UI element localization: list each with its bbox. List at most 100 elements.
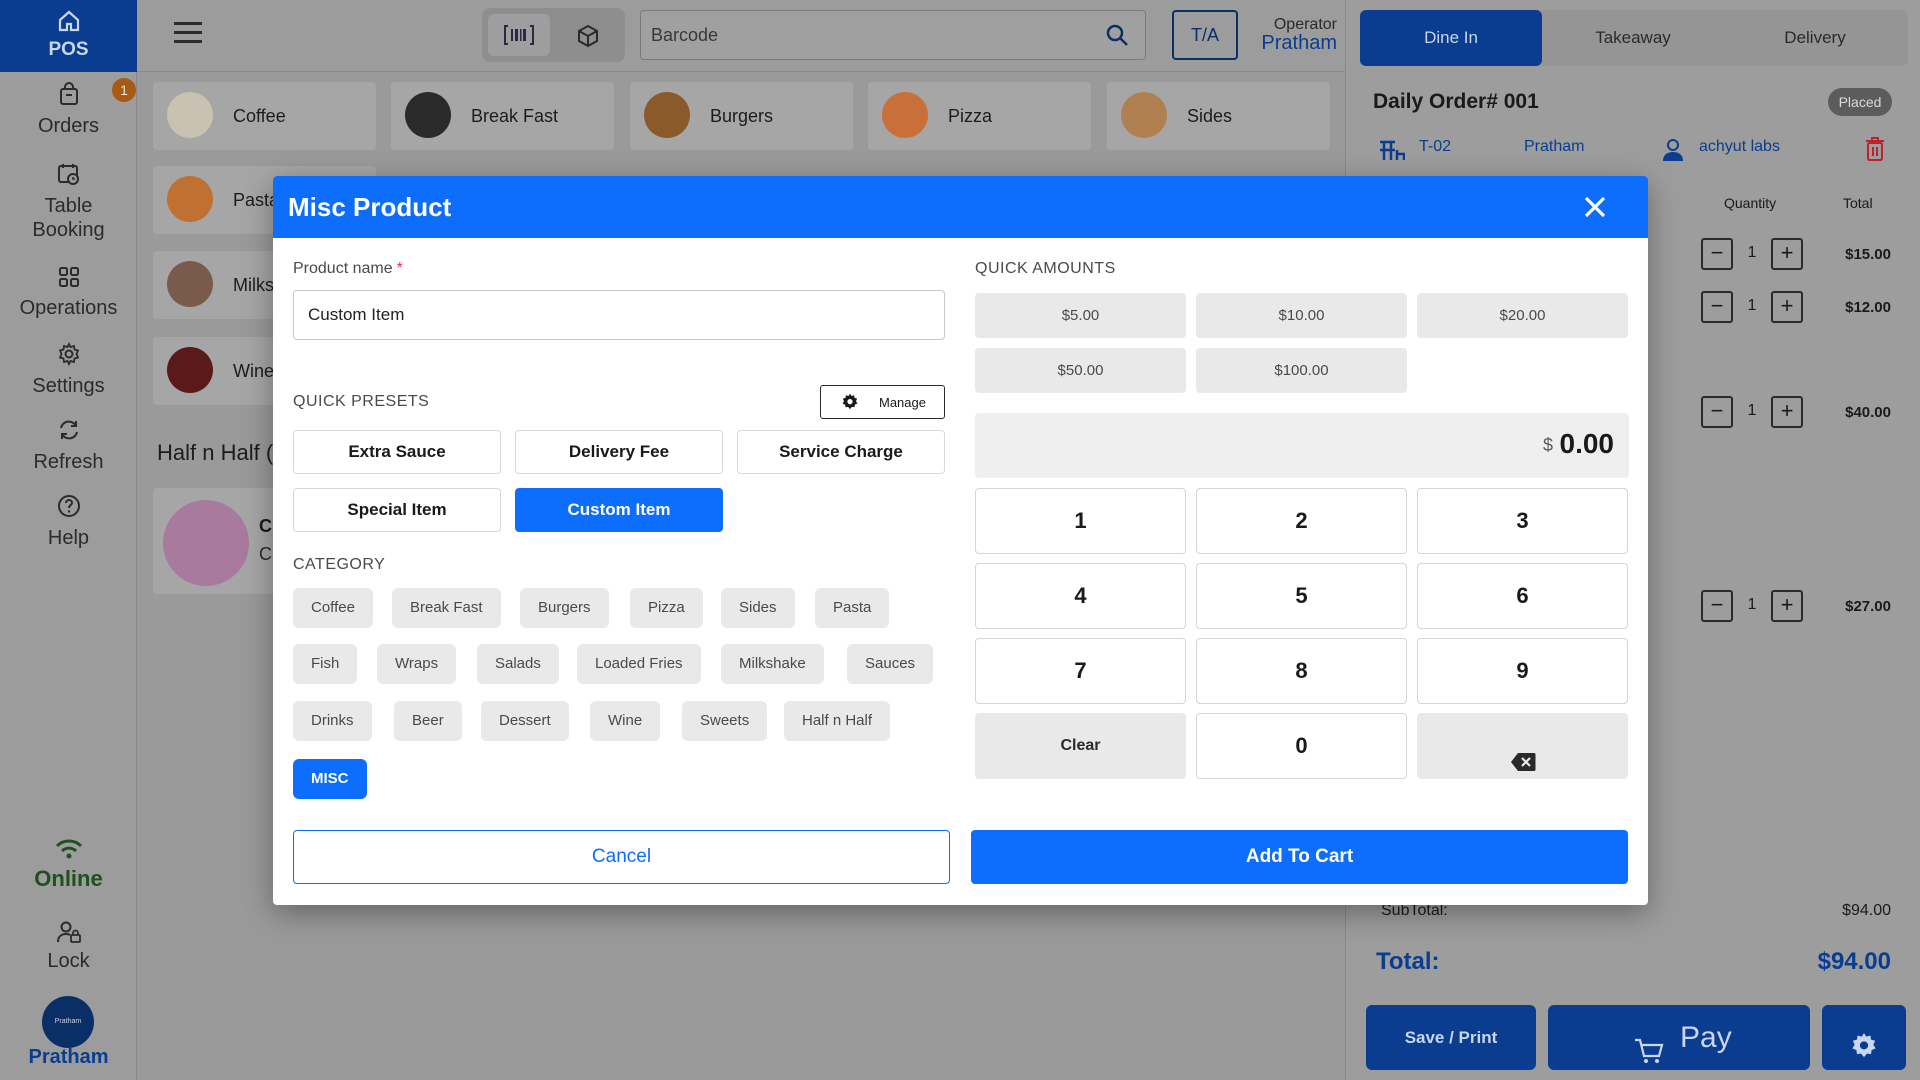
sidebar-item-label: Orders — [37, 115, 100, 137]
quick-amount-20[interactable]: $20.00 — [1417, 293, 1628, 338]
manage-presets-button[interactable]: Manage — [820, 385, 945, 419]
hamburger-menu-button[interactable] — [174, 22, 202, 48]
keypad-key-6[interactable]: 6 — [1417, 563, 1628, 629]
quick-amount-5[interactable]: $5.00 — [975, 293, 1186, 338]
keypad-key-8[interactable]: 8 — [1196, 638, 1407, 704]
category-chip-misc[interactable]: MISC — [293, 759, 367, 799]
sidebar-item-pos[interactable]: POS — [0, 0, 137, 72]
decrease-quantity-button[interactable]: − — [1701, 396, 1733, 428]
order-line: − 1 + $12.00 — [1701, 291, 1911, 325]
decrease-quantity-button[interactable]: − — [1701, 590, 1733, 622]
increase-quantity-button[interactable]: + — [1771, 291, 1803, 323]
keypad-key-2[interactable]: 2 — [1196, 488, 1407, 554]
category-chip-burgers[interactable]: Burgers — [520, 588, 609, 628]
sidebar-item-settings[interactable]: Settings — [0, 341, 137, 398]
barcode-scan-button[interactable] — [488, 14, 550, 56]
takeaway-toggle-button[interactable]: T/A — [1172, 10, 1238, 60]
connection-status-label: Online — [34, 866, 103, 891]
gear-icon — [0, 341, 137, 372]
category-chip-sweets[interactable]: Sweets — [682, 701, 768, 741]
keypad-key-0[interactable]: 0 — [1196, 713, 1407, 779]
category-tile-pizza[interactable]: Pizza — [868, 82, 1091, 150]
operator-info: Operator Pratham — [1257, 16, 1337, 53]
connection-status: Online — [0, 838, 137, 892]
sidebar-item-help[interactable]: Help — [0, 494, 137, 550]
category-chip-pizza[interactable]: Pizza — [630, 588, 703, 628]
quick-amount-10[interactable]: $10.00 — [1196, 293, 1407, 338]
product-scan-button[interactable] — [557, 14, 619, 56]
category-chip-beer[interactable]: Beer — [394, 701, 462, 741]
category-chip-sauces[interactable]: Sauces — [847, 644, 934, 684]
keypad-key-1[interactable]: 1 — [975, 488, 1186, 554]
decrease-quantity-button[interactable]: − — [1701, 291, 1733, 323]
keypad-key-9[interactable]: 9 — [1417, 638, 1628, 704]
increase-quantity-button[interactable]: + — [1771, 590, 1803, 622]
delete-order-icon[interactable] — [1864, 136, 1886, 167]
preset-delivery-fee[interactable]: Delivery Fee — [515, 430, 723, 474]
box-icon — [578, 24, 598, 48]
line-quantity: 1 — [1747, 402, 1757, 419]
add-to-cart-button[interactable]: Add To Cart — [971, 830, 1628, 884]
amount-value: 0.00 — [1559, 428, 1615, 459]
category-chip-salads[interactable]: Salads — [477, 644, 559, 684]
category-tile-burgers[interactable]: Burgers — [630, 82, 853, 150]
category-tile-coffee[interactable]: Coffee — [153, 82, 376, 150]
lock-label: Lock — [47, 950, 90, 972]
line-quantity: 1 — [1747, 596, 1757, 613]
sidebar-item-table-booking[interactable]: Table Booking — [0, 162, 137, 242]
avatar[interactable]: Pratham — [42, 996, 94, 1048]
keypad-clear-button[interactable]: Clear — [975, 713, 1186, 779]
increase-quantity-button[interactable]: + — [1771, 396, 1803, 428]
product-name-input[interactable] — [293, 290, 945, 340]
category-chip-wine[interactable]: Wine — [590, 701, 661, 741]
required-mark: * — [396, 260, 403, 277]
category-chip-pasta[interactable]: Pasta — [815, 588, 890, 628]
column-header-quantity: Quantity — [1724, 195, 1777, 211]
keypad-backspace-button[interactable] — [1417, 713, 1628, 779]
category-chip-dessert[interactable]: Dessert — [481, 701, 569, 741]
category-chip-half-n-half[interactable]: Half n Half — [784, 701, 891, 741]
lock-button[interactable]: Lock — [0, 920, 137, 973]
preset-extra-sauce[interactable]: Extra Sauce — [293, 430, 501, 474]
quick-amount-50[interactable]: $50.00 — [975, 348, 1186, 393]
sidebar-item-refresh[interactable]: Refresh — [0, 418, 137, 474]
keypad-key-7[interactable]: 7 — [975, 638, 1186, 704]
keypad-key-3[interactable]: 3 — [1417, 488, 1628, 554]
quick-amount-100[interactable]: $100.00 — [1196, 348, 1407, 393]
wifi-icon — [0, 838, 137, 866]
tab-dine-in[interactable]: Dine In — [1360, 10, 1542, 66]
search-icon[interactable] — [1105, 23, 1129, 52]
increase-quantity-button[interactable]: + — [1771, 238, 1803, 270]
tab-delivery[interactable]: Delivery — [1724, 10, 1906, 66]
category-tile-breakfast[interactable]: Break Fast — [391, 82, 614, 150]
pay-button[interactable]: Pay — [1548, 1005, 1810, 1070]
category-chip-breakfast[interactable]: Break Fast — [392, 588, 501, 628]
category-chip-coffee[interactable]: Coffee — [293, 588, 373, 628]
pasta-image — [167, 176, 213, 222]
cancel-button[interactable]: Cancel — [293, 830, 950, 884]
keypad-key-5[interactable]: 5 — [1196, 563, 1407, 629]
grid-icon — [0, 266, 137, 294]
backspace-icon — [1510, 736, 1536, 800]
order-settings-button[interactable] — [1822, 1005, 1906, 1070]
preset-custom-item[interactable]: Custom Item — [515, 488, 723, 532]
category-chip-drinks[interactable]: Drinks — [293, 701, 372, 741]
milkshake-image — [167, 261, 213, 307]
category-chip-loaded-fries[interactable]: Loaded Fries — [577, 644, 701, 684]
close-icon[interactable] — [1580, 192, 1610, 222]
category-tile-sides[interactable]: Sides — [1107, 82, 1330, 150]
cart-icon — [1634, 1023, 1664, 1080]
category-chip-milkshake[interactable]: Milkshake — [721, 644, 824, 684]
barcode-input[interactable] — [651, 21, 1091, 49]
category-chip-sides[interactable]: Sides — [721, 588, 795, 628]
decrease-quantity-button[interactable]: − — [1701, 238, 1733, 270]
keypad-key-4[interactable]: 4 — [975, 563, 1186, 629]
category-chip-wraps[interactable]: Wraps — [377, 644, 457, 684]
tab-takeaway[interactable]: Takeaway — [1542, 10, 1724, 66]
category-tile-label: Wine — [233, 361, 275, 381]
preset-service-charge[interactable]: Service Charge — [737, 430, 945, 474]
category-chip-fish[interactable]: Fish — [293, 644, 358, 684]
preset-special-item[interactable]: Special Item — [293, 488, 501, 532]
sidebar-item-operations[interactable]: Operations — [0, 266, 137, 320]
save-print-button[interactable]: Save / Print — [1366, 1005, 1536, 1070]
